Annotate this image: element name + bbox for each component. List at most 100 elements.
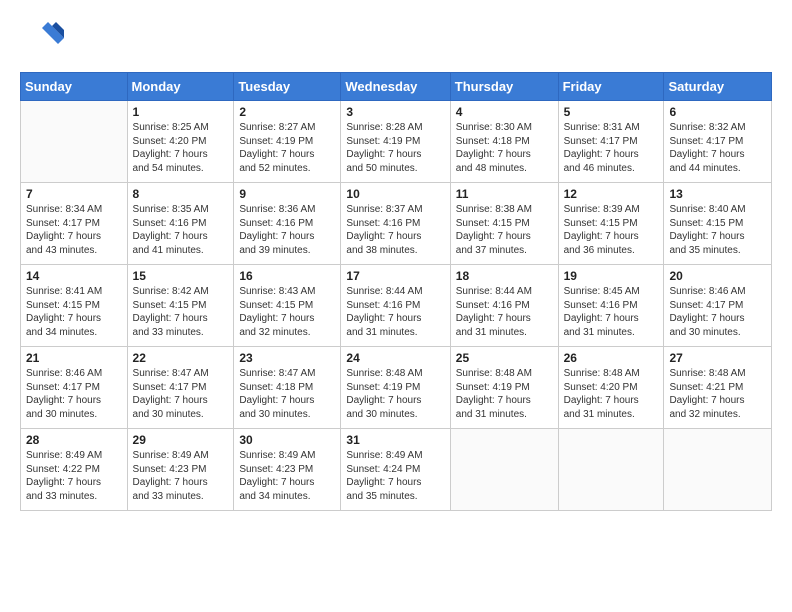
calendar-week-row: 14Sunrise: 8:41 AM Sunset: 4:15 PM Dayli… [21, 265, 772, 347]
day-info: Sunrise: 8:49 AM Sunset: 4:23 PM Dayligh… [239, 449, 335, 503]
day-number: 15 [133, 269, 229, 283]
day-info: Sunrise: 8:25 AM Sunset: 4:20 PM Dayligh… [133, 121, 229, 175]
day-number: 14 [26, 269, 122, 283]
day-info: Sunrise: 8:44 AM Sunset: 4:16 PM Dayligh… [346, 285, 444, 339]
header [20, 16, 772, 60]
day-info: Sunrise: 8:32 AM Sunset: 4:17 PM Dayligh… [669, 121, 766, 175]
day-number: 29 [133, 433, 229, 447]
day-info: Sunrise: 8:42 AM Sunset: 4:15 PM Dayligh… [133, 285, 229, 339]
calendar-cell: 7 Sunrise: 8:34 AM Sunset: 4:17 PM Daylig… [21, 183, 128, 265]
calendar-cell: 25Sunrise: 8:48 AM Sunset: 4:19 PM Dayli… [450, 347, 558, 429]
calendar-cell: 8Sunrise: 8:35 AM Sunset: 4:16 PM Daylig… [127, 183, 234, 265]
day-number: 3 [346, 105, 444, 119]
day-info: Sunrise: 8:49 AM Sunset: 4:23 PM Dayligh… [133, 449, 229, 503]
day-info: Sunrise: 8:49 AM Sunset: 4:24 PM Dayligh… [346, 449, 444, 503]
weekday-header-monday: Monday [127, 73, 234, 101]
day-number: 22 [133, 351, 229, 365]
calendar-week-row: 7 Sunrise: 8:34 AM Sunset: 4:17 PM Daylig… [21, 183, 772, 265]
day-number: 27 [669, 351, 766, 365]
calendar-cell: 6 Sunrise: 8:32 AM Sunset: 4:17 PM Daylig… [664, 101, 772, 183]
calendar-cell: 12 Sunrise: 8:39 AM Sunset: 4:15 PM Dayli… [558, 183, 664, 265]
day-info: Sunrise: 8:40 AM Sunset: 4:15 PM Dayligh… [669, 203, 766, 257]
weekday-header-wednesday: Wednesday [341, 73, 450, 101]
day-number: 31 [346, 433, 444, 447]
day-number: 26 [564, 351, 659, 365]
weekday-header-thursday: Thursday [450, 73, 558, 101]
calendar-cell: 26Sunrise: 8:48 AM Sunset: 4:20 PM Dayli… [558, 347, 664, 429]
calendar-cell [558, 429, 664, 511]
calendar-cell: 16Sunrise: 8:43 AM Sunset: 4:15 PM Dayli… [234, 265, 341, 347]
day-number: 9 [239, 187, 335, 201]
calendar-cell: 1Sunrise: 8:25 AM Sunset: 4:20 PM Daylig… [127, 101, 234, 183]
day-info: Sunrise: 8:30 AM Sunset: 4:18 PM Dayligh… [456, 121, 553, 175]
calendar-cell: 30 Sunrise: 8:49 AM Sunset: 4:23 PM Dayli… [234, 429, 341, 511]
weekday-header-sunday: Sunday [21, 73, 128, 101]
day-info: Sunrise: 8:44 AM Sunset: 4:16 PM Dayligh… [456, 285, 553, 339]
day-number: 2 [239, 105, 335, 119]
calendar-cell: 5Sunrise: 8:31 AM Sunset: 4:17 PM Daylig… [558, 101, 664, 183]
day-number: 7 [26, 187, 122, 201]
day-info: Sunrise: 8:37 AM Sunset: 4:16 PM Dayligh… [346, 203, 444, 257]
day-number: 24 [346, 351, 444, 365]
calendar-cell: 28 Sunrise: 8:49 AM Sunset: 4:22 PM Dayli… [21, 429, 128, 511]
day-info: Sunrise: 8:31 AM Sunset: 4:17 PM Dayligh… [564, 121, 659, 175]
calendar-table: SundayMondayTuesdayWednesdayThursdayFrid… [20, 72, 772, 511]
day-info: Sunrise: 8:45 AM Sunset: 4:16 PM Dayligh… [564, 285, 659, 339]
day-info: Sunrise: 8:34 AM Sunset: 4:17 PM Dayligh… [26, 203, 122, 257]
calendar-cell: 11 Sunrise: 8:38 AM Sunset: 4:15 PM Dayli… [450, 183, 558, 265]
calendar-cell [21, 101, 128, 183]
day-number: 13 [669, 187, 766, 201]
calendar-cell: 18 Sunrise: 8:44 AM Sunset: 4:16 PM Dayli… [450, 265, 558, 347]
day-info: Sunrise: 8:48 AM Sunset: 4:19 PM Dayligh… [456, 367, 553, 421]
day-number: 17 [346, 269, 444, 283]
calendar-cell: 23Sunrise: 8:47 AM Sunset: 4:18 PM Dayli… [234, 347, 341, 429]
logo-icon [20, 16, 68, 60]
calendar-cell [450, 429, 558, 511]
calendar-cell: 21 Sunrise: 8:46 AM Sunset: 4:17 PM Dayli… [21, 347, 128, 429]
calendar-week-row: 28 Sunrise: 8:49 AM Sunset: 4:22 PM Dayli… [21, 429, 772, 511]
calendar-week-row: 21 Sunrise: 8:46 AM Sunset: 4:17 PM Dayli… [21, 347, 772, 429]
calendar-cell [664, 429, 772, 511]
calendar-cell: 3 Sunrise: 8:28 AM Sunset: 4:19 PM Daylig… [341, 101, 450, 183]
calendar-cell: 9 Sunrise: 8:36 AM Sunset: 4:16 PM Daylig… [234, 183, 341, 265]
weekday-header-row: SundayMondayTuesdayWednesdayThursdayFrid… [21, 73, 772, 101]
calendar-cell: 4Sunrise: 8:30 AM Sunset: 4:18 PM Daylig… [450, 101, 558, 183]
day-info: Sunrise: 8:27 AM Sunset: 4:19 PM Dayligh… [239, 121, 335, 175]
weekday-header-tuesday: Tuesday [234, 73, 341, 101]
calendar-cell: 15 Sunrise: 8:42 AM Sunset: 4:15 PM Dayli… [127, 265, 234, 347]
logo [20, 16, 68, 60]
weekday-header-saturday: Saturday [664, 73, 772, 101]
day-number: 23 [239, 351, 335, 365]
weekday-header-friday: Friday [558, 73, 664, 101]
day-number: 11 [456, 187, 553, 201]
calendar-cell: 31 Sunrise: 8:49 AM Sunset: 4:24 PM Dayli… [341, 429, 450, 511]
calendar-cell: 24 Sunrise: 8:48 AM Sunset: 4:19 PM Dayli… [341, 347, 450, 429]
day-number: 12 [564, 187, 659, 201]
day-info: Sunrise: 8:46 AM Sunset: 4:17 PM Dayligh… [26, 367, 122, 421]
day-info: Sunrise: 8:35 AM Sunset: 4:16 PM Dayligh… [133, 203, 229, 257]
day-number: 21 [26, 351, 122, 365]
day-number: 18 [456, 269, 553, 283]
day-number: 20 [669, 269, 766, 283]
calendar-cell: 17 Sunrise: 8:44 AM Sunset: 4:16 PM Dayli… [341, 265, 450, 347]
calendar-cell: 13 Sunrise: 8:40 AM Sunset: 4:15 PM Dayli… [664, 183, 772, 265]
day-info: Sunrise: 8:49 AM Sunset: 4:22 PM Dayligh… [26, 449, 122, 503]
day-info: Sunrise: 8:48 AM Sunset: 4:21 PM Dayligh… [669, 367, 766, 421]
day-number: 28 [26, 433, 122, 447]
calendar-cell: 22 Sunrise: 8:47 AM Sunset: 4:17 PM Dayli… [127, 347, 234, 429]
day-number: 19 [564, 269, 659, 283]
day-info: Sunrise: 8:36 AM Sunset: 4:16 PM Dayligh… [239, 203, 335, 257]
calendar-cell: 19 Sunrise: 8:45 AM Sunset: 4:16 PM Dayli… [558, 265, 664, 347]
day-number: 6 [669, 105, 766, 119]
day-number: 30 [239, 433, 335, 447]
day-info: Sunrise: 8:48 AM Sunset: 4:19 PM Dayligh… [346, 367, 444, 421]
calendar-cell: 20Sunrise: 8:46 AM Sunset: 4:17 PM Dayli… [664, 265, 772, 347]
calendar-cell: 29 Sunrise: 8:49 AM Sunset: 4:23 PM Dayli… [127, 429, 234, 511]
day-info: Sunrise: 8:38 AM Sunset: 4:15 PM Dayligh… [456, 203, 553, 257]
day-info: Sunrise: 8:47 AM Sunset: 4:17 PM Dayligh… [133, 367, 229, 421]
day-info: Sunrise: 8:39 AM Sunset: 4:15 PM Dayligh… [564, 203, 659, 257]
calendar-cell: 27 Sunrise: 8:48 AM Sunset: 4:21 PM Dayli… [664, 347, 772, 429]
day-number: 10 [346, 187, 444, 201]
day-info: Sunrise: 8:28 AM Sunset: 4:19 PM Dayligh… [346, 121, 444, 175]
day-info: Sunrise: 8:43 AM Sunset: 4:15 PM Dayligh… [239, 285, 335, 339]
